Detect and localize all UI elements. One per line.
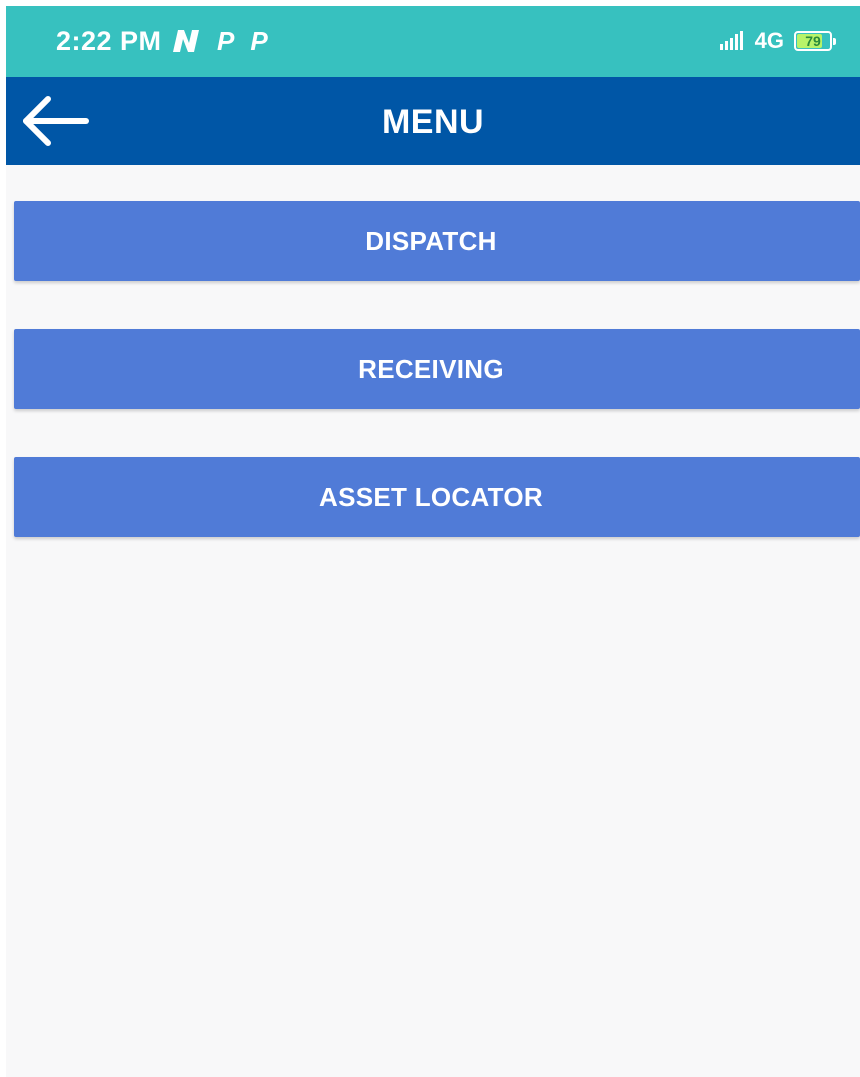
app-bar: MENU bbox=[6, 77, 860, 165]
receiving-button[interactable]: RECEIVING bbox=[14, 329, 860, 409]
battery-icon: 79 bbox=[794, 31, 836, 51]
status-time: 2:22 PM bbox=[56, 26, 162, 56]
screen: 2:22 PM P P 4G 79 MENU DISPATCH RECEIVIN… bbox=[6, 6, 860, 1077]
n-app-icon bbox=[173, 30, 199, 52]
network-type: 4G bbox=[754, 28, 784, 53]
dispatch-button[interactable]: DISPATCH bbox=[14, 201, 860, 281]
status-indicators: 4G 79 bbox=[719, 26, 836, 56]
notification-icons: P P bbox=[171, 23, 268, 59]
status-bar: 2:22 PM P P 4G 79 bbox=[6, 6, 860, 77]
page-title: MENU bbox=[381, 103, 485, 141]
p-app-icon: P bbox=[217, 26, 235, 56]
signal-icon bbox=[719, 31, 743, 50]
asset-locator-button[interactable]: ASSET LOCATOR bbox=[14, 457, 860, 537]
p-app-icon: P bbox=[250, 26, 268, 56]
menu-list: DISPATCH RECEIVING ASSET LOCATOR bbox=[14, 201, 860, 585]
battery-percent: 79 bbox=[805, 33, 821, 49]
battery-tip bbox=[833, 38, 836, 45]
